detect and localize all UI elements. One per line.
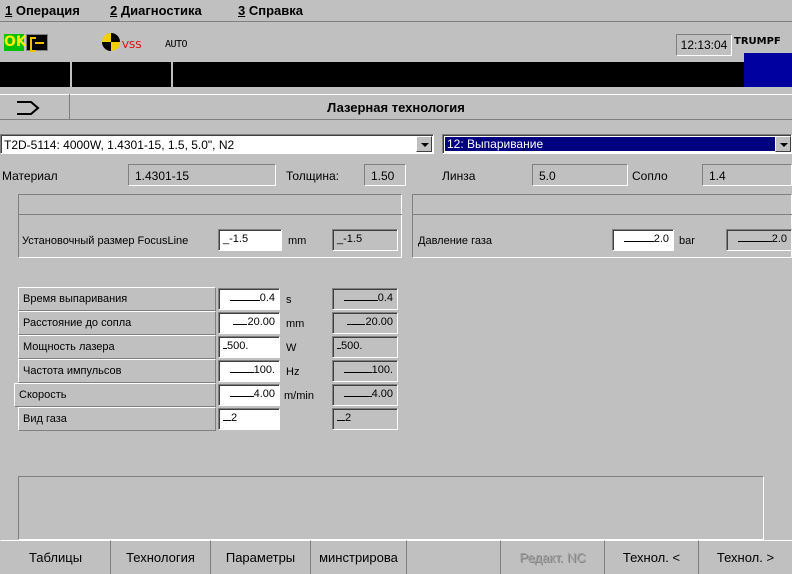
param-readout: 20.00 [332, 312, 398, 334]
param-label: Мощность лазера [18, 335, 216, 359]
param-unit: m/min [284, 390, 314, 402]
tab-technology-prev[interactable]: Технол. < [604, 540, 698, 574]
evaporation-time-input[interactable]: 0.4 [218, 288, 280, 310]
gas-pressure-label: Давление газа [418, 235, 493, 247]
param-unit: s [286, 294, 292, 306]
param-readout: 2 [332, 408, 398, 430]
vss-icon [102, 33, 120, 51]
param-readout: 500. [332, 336, 398, 358]
param-readout: 0.4 [332, 288, 398, 310]
nozzle-value: 1.4 [702, 164, 792, 186]
menu-bar: 1 Операция 2 Диагностика 3 Справка [0, 0, 792, 22]
message-bar [0, 62, 744, 87]
ok-status-icon: OK [4, 34, 27, 51]
menu-help[interactable]: 3 Справка [238, 3, 303, 18]
param-label: Скорость [14, 383, 216, 407]
chevron-down-icon[interactable] [775, 136, 791, 152]
tab-parameters[interactable]: Параметры [210, 540, 310, 574]
param-unit: mm [286, 318, 305, 330]
param-label: Расстояние до сопла [18, 311, 216, 335]
material-value: 1.4301-15 [128, 164, 276, 186]
param-unit: W [286, 342, 297, 354]
lens-label: Линза [442, 169, 476, 183]
menu-diagnostics[interactable]: 2 Диагностика [110, 3, 202, 18]
divider [18, 214, 402, 215]
tab-tables[interactable]: Таблицы [0, 540, 110, 574]
menu-operation[interactable]: 1 Операция [5, 3, 80, 18]
thickness-value: 1.50 [364, 164, 406, 186]
param-readout: 4.00 [332, 384, 398, 406]
lens-value: 5.0 [532, 164, 628, 186]
chevron-down-icon[interactable] [416, 136, 432, 152]
divider [171, 62, 173, 87]
tab-technology-next[interactable]: Технол. > [698, 540, 792, 574]
tab-technology[interactable]: Технология [110, 540, 210, 574]
gas-pressure-unit: bar [679, 235, 695, 247]
tab-edit-nc: Редакт. NC [500, 540, 604, 574]
vss-label: VSS [122, 40, 142, 51]
plug-icon [26, 34, 48, 52]
divider [70, 62, 72, 87]
tab-administration[interactable]: минстрирова [310, 540, 406, 574]
focus-readout: _-1.5 [332, 229, 398, 251]
material-label: Материал [2, 169, 58, 183]
message-panel [18, 476, 764, 540]
process-step-select[interactable]: 12: Выпаривание [442, 134, 792, 154]
gas-pressure-readout: 2.0 [726, 229, 792, 251]
page-title: Лазерная технология [327, 100, 465, 115]
param-readout: 100. [332, 360, 398, 382]
technology-table-select[interactable]: T2D-5114: 4000W, 1.4301-15, 1.5, 5.0", N… [0, 134, 434, 154]
param-label: Время выпаривания [18, 287, 216, 311]
gas-pressure-input[interactable]: 2.0 [612, 229, 674, 251]
focus-label: Установочный размер FocusLine [22, 235, 189, 247]
tab-empty [406, 540, 500, 574]
divider [412, 214, 792, 215]
mode-label: AUTO [165, 39, 188, 50]
param-unit: Hz [286, 366, 300, 378]
thickness-label: Толщина: [286, 169, 340, 183]
focus-unit: mm [288, 235, 307, 247]
laser-power-input[interactable]: 500. [218, 336, 280, 358]
param-label: Частота импульсов [18, 359, 216, 383]
nozzle-distance-input[interactable]: 20.00 [218, 312, 280, 334]
brand-logo: TRUMPF [734, 36, 781, 47]
pulse-frequency-input[interactable]: 100. [218, 360, 280, 382]
brand-panel [744, 53, 792, 87]
focus-input[interactable]: _-1.5 [218, 229, 282, 251]
nozzle-label: Сопло [632, 169, 668, 183]
clock: 12:13:04 [676, 34, 732, 56]
param-label: Вид газа [18, 407, 216, 431]
gas-type-input[interactable]: 2 [218, 408, 280, 430]
speed-input[interactable]: 4.00 [218, 384, 280, 406]
